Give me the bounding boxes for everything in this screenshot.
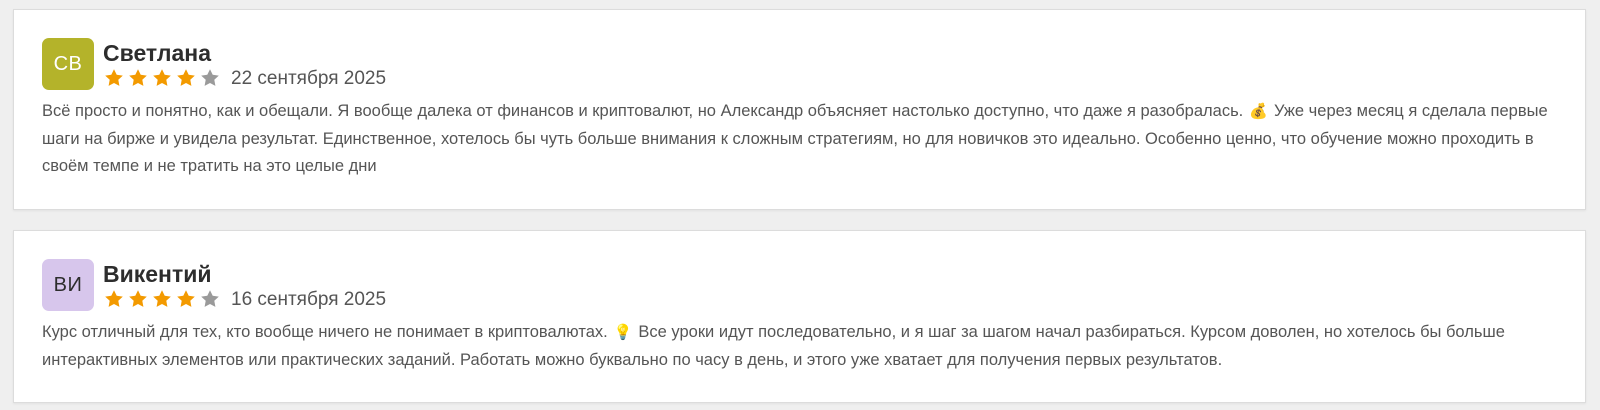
star-filled-icon: [129, 69, 147, 86]
avatar-initials: СВ: [53, 52, 83, 75]
star-rating: [104, 288, 220, 310]
star-empty-icon: [201, 290, 219, 307]
star-empty-icon: [201, 69, 219, 86]
review-text: Курс отличный для тех, кто вообще ничего…: [42, 319, 1552, 374]
review-date: 16 сентября 2025: [231, 289, 387, 310]
star-filled-icon: [129, 290, 147, 307]
review-card: ВИ Викентий 16 сентября 2025 Курс отличн…: [13, 230, 1586, 403]
avatar: ВИ: [42, 259, 94, 311]
star-filled-icon: [177, 69, 195, 86]
star-filled-icon: [153, 290, 171, 307]
avatar: СВ: [42, 38, 94, 90]
star-filled-icon: [177, 290, 195, 307]
star-filled-icon: [105, 69, 123, 86]
review-text-part: Курс отличный для тех, кто вообще ничего…: [42, 323, 608, 341]
light-bulb-icon: 💡: [613, 324, 633, 341]
avatar-initials: ВИ: [53, 273, 83, 296]
review-card: СВ Светлана 22 сентября 2025 Всё просто …: [13, 9, 1586, 210]
review-text: Всё просто и понятно, как и обещали. Я в…: [42, 98, 1552, 181]
star-filled-icon: [153, 69, 171, 86]
review-date: 22 сентября 2025: [231, 68, 387, 89]
star-rating: [104, 67, 220, 89]
reviewer-name: Светлана: [103, 40, 211, 66]
money-bag-icon: 💰: [1249, 103, 1268, 120]
star-filled-icon: [105, 290, 123, 307]
review-text-part: Всё просто и понятно, как и обещали. Я в…: [42, 102, 1244, 120]
reviewer-name: Викентий: [103, 261, 212, 287]
